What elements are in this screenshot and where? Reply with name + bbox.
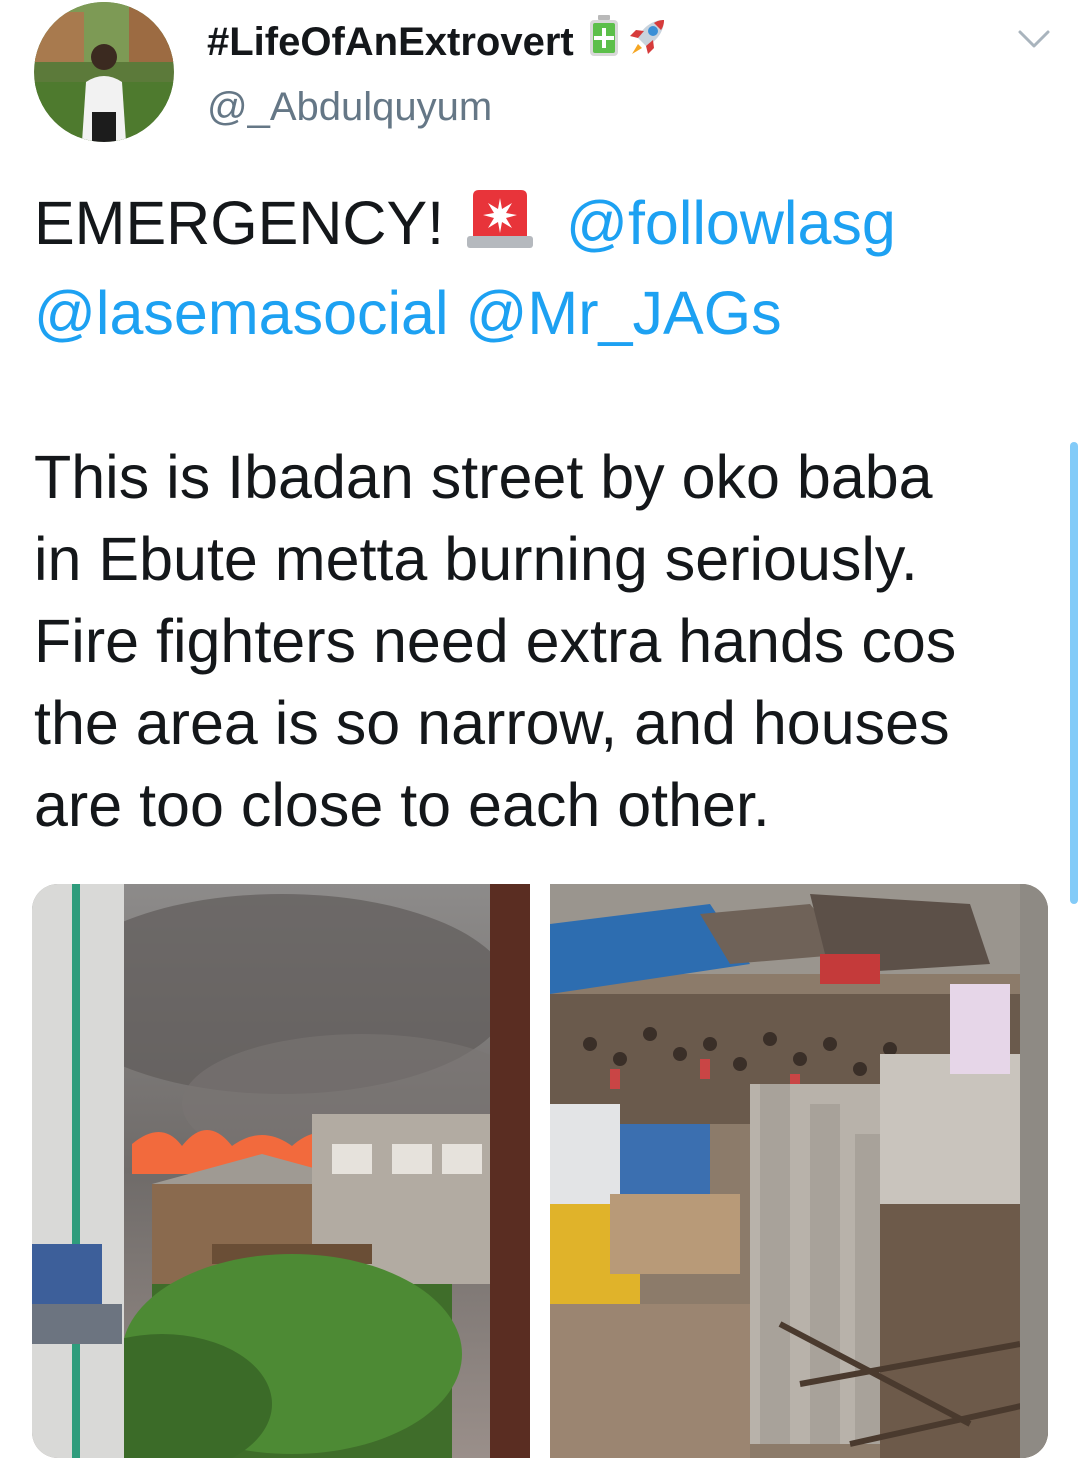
emergency-text: EMERGENCY! [34, 189, 445, 257]
street-crowd-photo[interactable] [550, 884, 1048, 1458]
media-grid [32, 884, 1048, 1458]
avatar[interactable] [34, 2, 174, 142]
scrollbar[interactable] [1070, 442, 1078, 904]
tweet-body-line-3: Fire fighters need extra hands cos [34, 607, 957, 675]
mention-followlasg[interactable]: @followlasg [566, 189, 896, 257]
chevron-down-icon[interactable] [1016, 26, 1052, 54]
mention-lasemasocial[interactable]: @lasemasocial [34, 279, 449, 347]
fire-photo[interactable] [32, 884, 530, 1458]
tweet-body-line-5: are too close to each other. [34, 771, 770, 839]
user-handle[interactable]: @_Abdulquyum [207, 82, 492, 132]
tweet-body-line-4: the area is so narrow, and houses [34, 689, 950, 757]
display-name[interactable]: #LifeOfAnExtrovert [207, 17, 574, 67]
tweet-text: EMERGENCY! @followlasg @lasemasocial @Mr… [34, 182, 1044, 846]
siren-icon [465, 188, 535, 272]
tweet-body-line-1: This is Ibadan street by oko baba [34, 443, 933, 511]
rocket-icon [626, 14, 670, 70]
display-name-row[interactable]: #LifeOfAnExtrovert [207, 14, 670, 70]
tweet-body-line-2: in Ebute metta burning seriously. [34, 525, 918, 593]
mention-mr-jags[interactable]: @Mr_JAGs [465, 279, 781, 347]
battery-icon [588, 14, 620, 70]
